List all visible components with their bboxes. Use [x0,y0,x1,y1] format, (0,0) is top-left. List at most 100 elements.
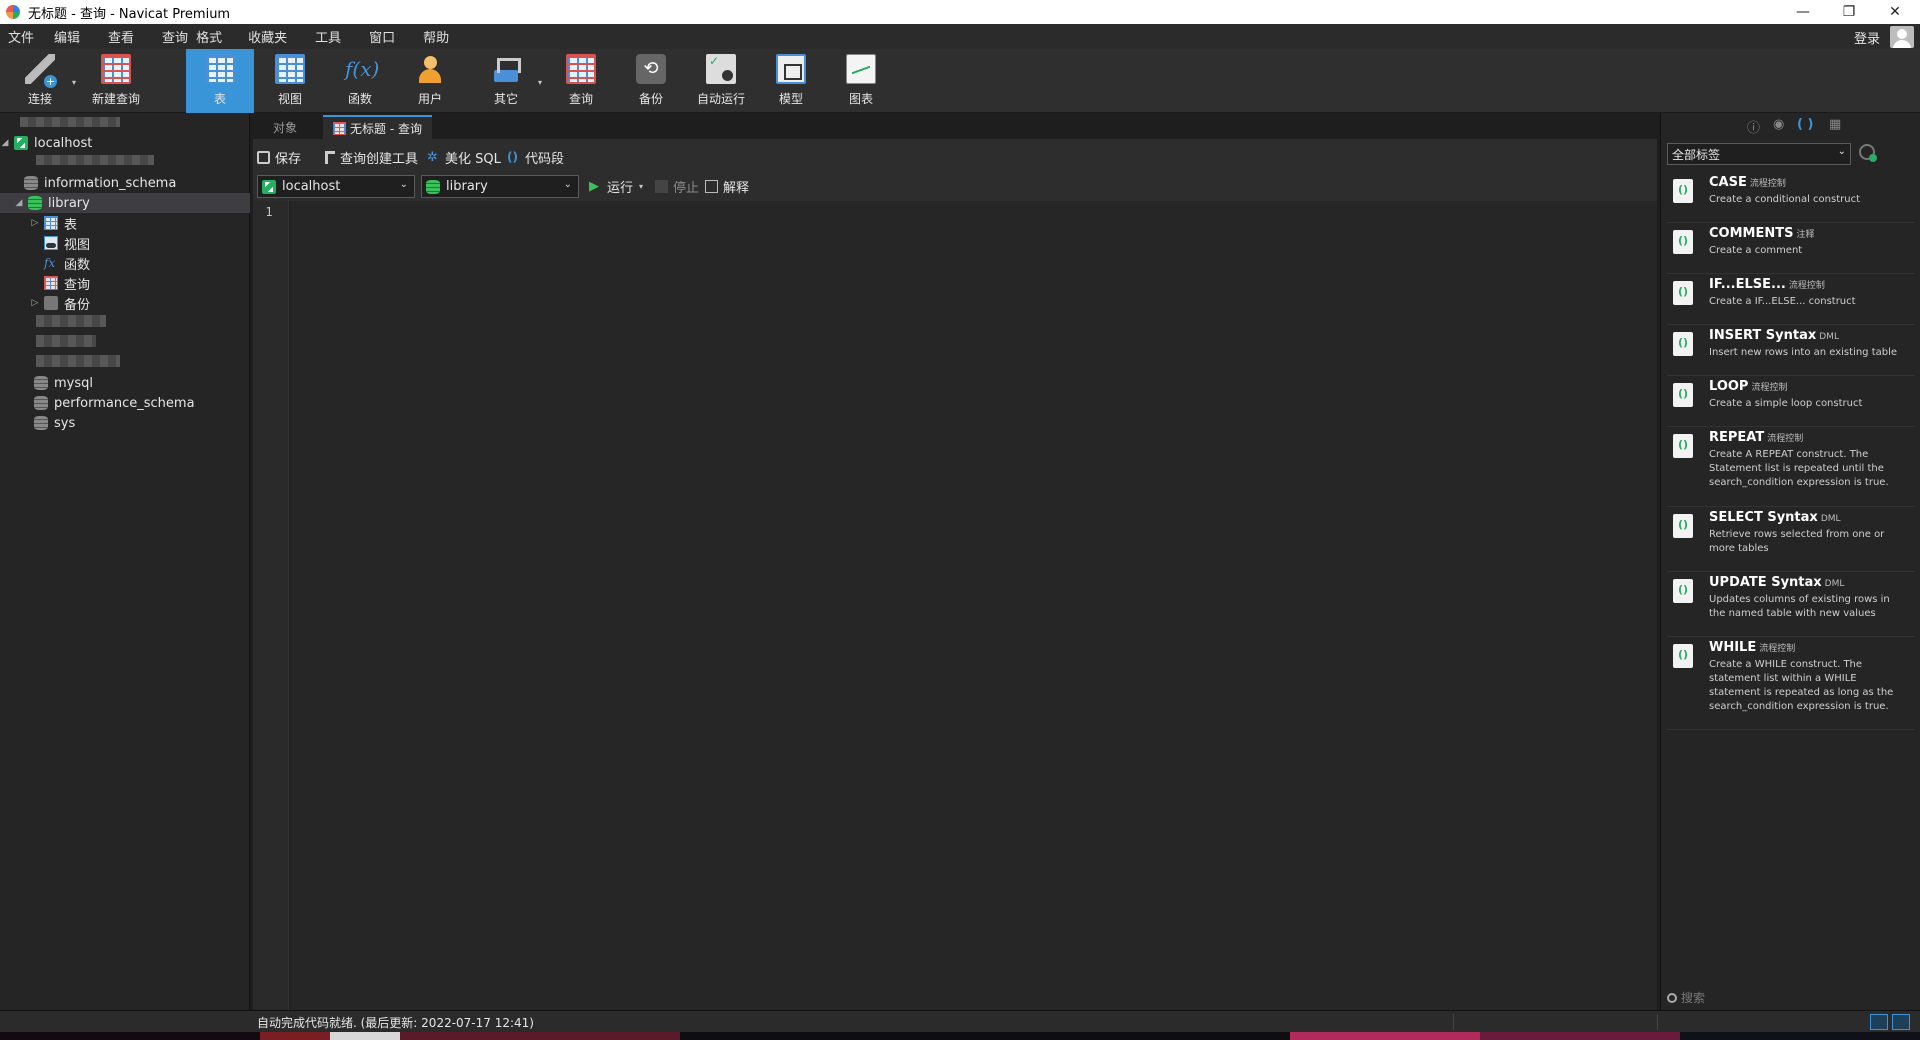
tree-node-label: mysql [54,375,93,391]
tree-node-tables[interactable]: ▷ 表 [0,213,250,233]
snippet-description: Insert new rows into an existing table [1709,347,1898,358]
database-select[interactable]: library ⌄ [421,175,579,198]
tab-objects[interactable]: 对象 [263,115,307,139]
chevron-down-icon: ⌄ [399,179,408,190]
model-icon [776,54,806,84]
tree-node-information-schema[interactable]: information_schema [0,173,250,193]
toolbar-new-query-button[interactable]: 新建查询 [82,49,150,113]
snippet-title-text: SELECT Syntax [1709,510,1818,525]
toolbar-user-button[interactable]: 用户 [396,49,464,113]
snippet-item[interactable]: COMMENTS注释 Create a comment [1667,224,1915,274]
refresh-icon[interactable] [1859,144,1877,162]
toolbar-table-button[interactable]: 表 [186,49,254,113]
snippet-item[interactable]: REPEAT流程控制 Create A REPEAT construct. Th… [1667,428,1915,507]
toolbar-automation-button[interactable]: 自动运行 [687,49,755,113]
avatar[interactable] [1890,26,1914,48]
menu-window[interactable]: 窗口 [351,27,405,46]
tree-node-library[interactable]: ◢ library [0,193,250,213]
tree-node-label: information_schema [44,175,177,191]
snippet-item[interactable]: UPDATE SyntaxDML Updates columns of exis… [1667,573,1915,637]
line-number: 1 [265,205,273,219]
toolbar-other-button[interactable]: 其它 ▾ [472,49,542,113]
tree-node-performance-schema[interactable]: performance_schema [0,393,250,413]
snippet-tag-filter[interactable]: 全部标签 ⌄ [1667,143,1851,165]
toolbar-backup-button[interactable]: 备份 [617,49,685,113]
restore-button[interactable]: ❐ [1826,0,1872,24]
layout-right-panel-icon[interactable] [1892,1014,1910,1030]
toolbar-query-button[interactable]: 查询 [547,49,615,113]
menu-file[interactable]: 文件 [0,27,44,46]
tree-node-mysql[interactable]: mysql [0,373,250,393]
snippet-item[interactable]: LOOP流程控制 Create a simple loop construct [1667,377,1915,427]
tree-node-functions[interactable]: fx 函数 [0,253,250,273]
toolbar-view-button[interactable]: 视图 [256,49,324,113]
sql-editor[interactable] [290,201,1657,1010]
run-dropdown-icon[interactable]: ▾ [639,182,643,191]
expand-arrow-icon[interactable]: ▷ [30,298,40,308]
connect-dropdown-icon[interactable]: ▾ [72,78,76,87]
function-icon: fx [44,256,56,270]
database-select-value: library [446,179,488,194]
beautify-sql-button[interactable]: ✲ 美化 SQL [427,146,501,168]
snippet-item[interactable]: CASE流程控制 Create a conditional construct [1667,173,1915,223]
snippet-item[interactable]: INSERT SyntaxDML Insert new rows into an… [1667,326,1915,376]
snippet-tag-filter-value: 全部标签 [1672,148,1721,162]
snippet-item[interactable]: SELECT SyntaxDML Retrieve rows selected … [1667,508,1915,572]
snippet-search[interactable]: 搜索 [1667,989,1705,1006]
tree-node-backups[interactable]: ▷ 备份 [0,293,250,313]
info-icon[interactable]: ⓘ [1747,117,1760,136]
toolbar-other-label: 其它 [493,92,518,106]
snippet-description: Create a comment [1709,245,1803,256]
redacted-connection [20,117,120,127]
login-link[interactable]: 登录 [1854,28,1880,47]
snippet-item[interactable]: IF...ELSE...流程控制 Create a IF...ELSE... c… [1667,275,1915,325]
tree-node-views[interactable]: 视图 [0,233,250,253]
collapse-arrow-icon[interactable]: ◢ [0,138,10,148]
menu-help[interactable]: 帮助 [405,27,459,46]
collapse-arrow-icon[interactable]: ◢ [14,198,24,208]
toolbar-connect-button[interactable]: 连接 ▾ [6,49,76,113]
snippet-file-icon [1673,434,1693,458]
snippet-tag: DML [1824,579,1845,589]
snippet-title: SELECT Syntax DML [1709,510,1841,525]
save-button[interactable]: 保存 [257,146,301,168]
toolbar-function-button[interactable]: f(x) 函数 [326,49,394,113]
menu-query[interactable]: 查询 [144,27,192,46]
toolbar-table-label: 表 [213,92,226,106]
snippet-braces-icon[interactable]: ( ) [1797,117,1813,132]
connection-select[interactable]: localhost ⌄ [257,175,415,198]
tree-node-label: 备份 [64,297,91,313]
other-dropdown-icon[interactable]: ▾ [538,78,542,87]
minimize-button[interactable]: — [1780,0,1826,24]
preview-eye-icon[interactable]: ◉ [1773,117,1784,132]
snippet-tag: 流程控制 [1788,281,1825,291]
toolbar-model-button[interactable]: 模型 [757,49,825,113]
menu-format[interactable]: 格式 [192,27,232,46]
explain-button[interactable]: 解释 [705,175,749,197]
close-button[interactable]: ✕ [1872,0,1918,24]
snippet-item[interactable]: WHILE流程控制 Create a WHILE construct. The … [1667,638,1915,730]
menu-tools[interactable]: 工具 [297,27,351,46]
layout-left-panel-icon[interactable] [1870,1014,1888,1030]
database-icon [34,376,48,390]
table-icon [205,54,235,84]
menu-edit[interactable]: 编辑 [44,27,90,46]
run-button[interactable]: ▶ 运行 ▾ [589,175,643,197]
tree-node-sys[interactable]: sys [0,413,250,433]
tree-node-label: sys [54,415,76,431]
stop-button[interactable]: 停止 [655,175,699,197]
menu-favorites[interactable]: 收藏夹 [232,27,297,46]
toolbar-chart-button[interactable]: 图表 [827,49,895,113]
tab-untitled-query[interactable]: 无标题 - 查询 [323,115,432,139]
snippet-title-text: COMMENTS [1709,226,1794,241]
tree-node-queries[interactable]: 查询 [0,273,250,293]
code-snippet-button[interactable]: () 代码段 [507,146,564,168]
snippet-tag: DML [1819,332,1839,342]
database-icon [426,179,440,194]
menu-view[interactable]: 查看 [90,27,144,46]
tab-bar: 对象 无标题 - 查询 [253,115,1657,139]
grid-layout-icon[interactable]: ▦ [1829,117,1841,132]
tree-node-localhost[interactable]: ◢ localhost [0,133,250,153]
query-builder-button[interactable]: 查询创建工具 [325,146,418,168]
expand-arrow-icon[interactable]: ▷ [30,218,40,228]
